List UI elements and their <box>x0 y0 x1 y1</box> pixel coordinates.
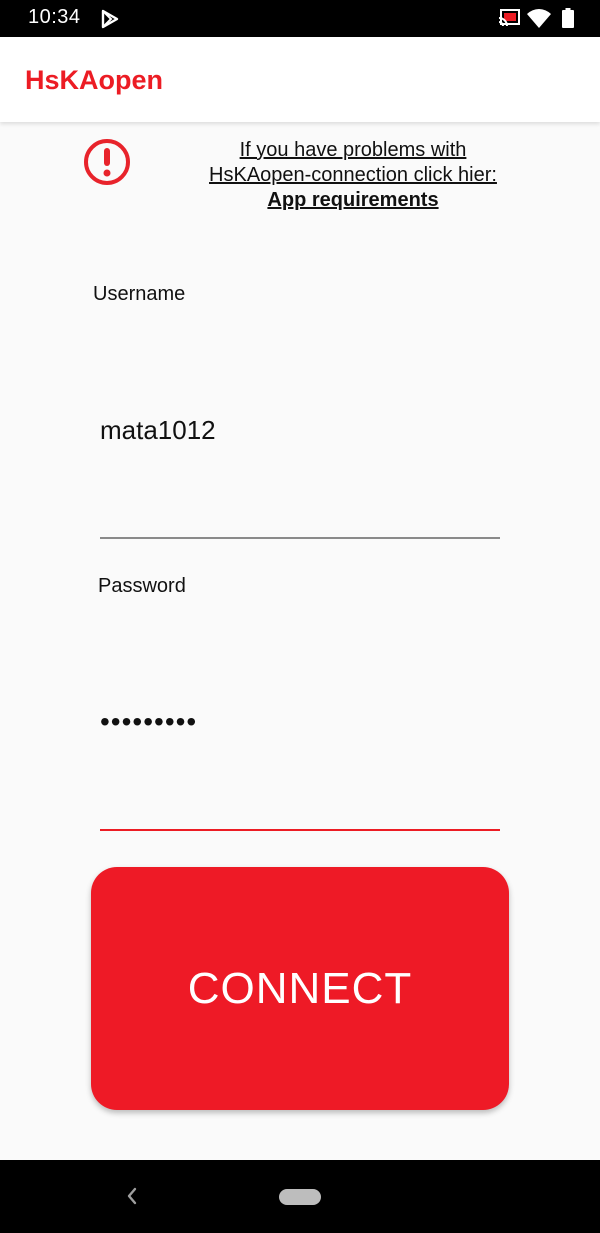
username-input[interactable] <box>100 412 500 448</box>
help-text: If you have problems with HsKAopen-conne… <box>190 138 516 213</box>
app-bar: HsKAopen <box>0 37 600 122</box>
home-pill-icon[interactable] <box>279 1189 321 1205</box>
battery-icon <box>562 8 574 28</box>
wifi-icon <box>527 9 551 28</box>
cast-icon <box>498 9 520 27</box>
help-line-2[interactable]: HsKAopen-connection click hier: <box>190 163 516 188</box>
password-underline <box>100 829 500 831</box>
play-store-icon <box>101 9 119 29</box>
username-underline <box>100 537 500 539</box>
app-requirements-link[interactable]: App requirements <box>190 188 516 213</box>
status-bar: 10:34 <box>0 0 600 37</box>
warning-circle-icon <box>84 139 130 185</box>
password-label: Password <box>98 575 186 597</box>
help-line-1[interactable]: If you have problems with <box>190 138 516 163</box>
back-icon[interactable] <box>124 1186 140 1206</box>
connect-button[interactable]: CONNECT <box>91 867 509 1110</box>
status-time: 10:34 <box>28 6 81 28</box>
password-input[interactable]: ••••••••• <box>100 706 500 742</box>
app-title: HsKAopen <box>25 65 164 95</box>
username-label: Username <box>93 283 186 305</box>
